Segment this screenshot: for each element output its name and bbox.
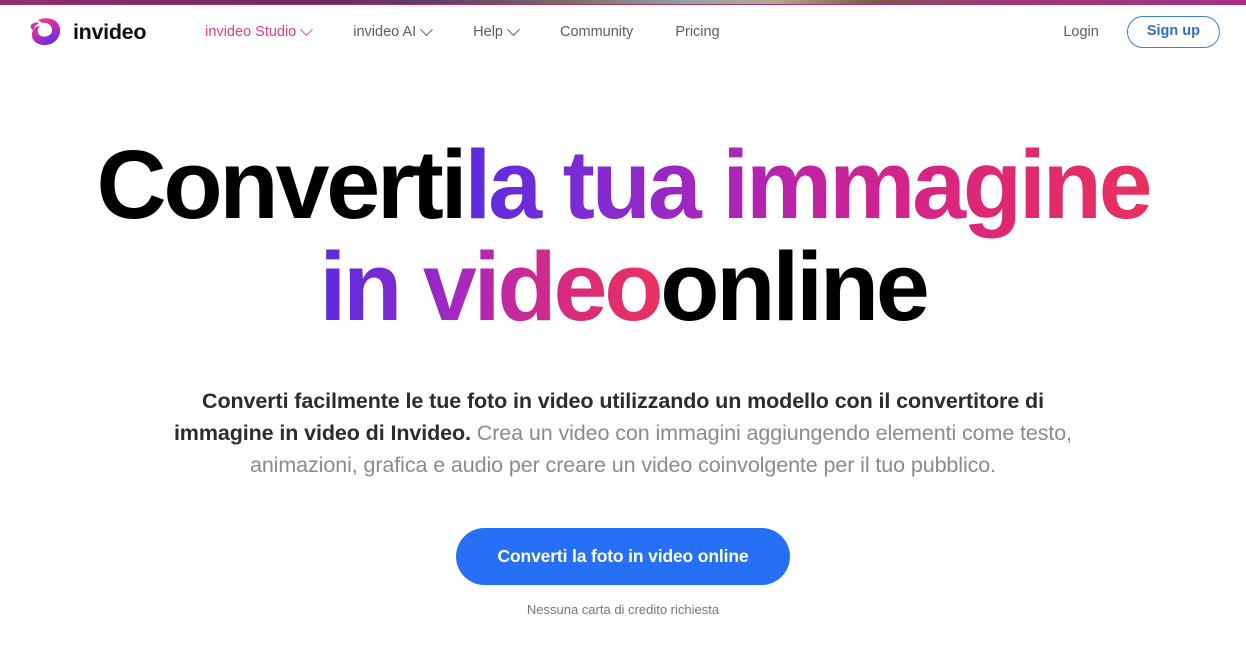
headline-black-2: online	[660, 231, 930, 341]
cut-off-banner-strip	[0, 0, 1246, 5]
brand-name: invideo	[73, 19, 147, 44]
cta-container: Converti la foto in video online Nessuna…	[0, 527, 1246, 618]
headline-gradient-2: in video	[319, 231, 663, 341]
nav-item-help[interactable]: Help	[452, 18, 539, 46]
nav-item-label: invideo AI	[353, 24, 417, 40]
nav-item-pricing[interactable]: Pricing	[654, 18, 740, 46]
nav-item-label: Pricing	[675, 24, 720, 40]
nav-item-invideo-studio[interactable]: invideo Studio	[184, 18, 332, 46]
brand-logo-link[interactable]: invideo	[28, 17, 146, 47]
chevron-down-icon	[420, 22, 434, 36]
invideo-bird-logo-icon	[30, 18, 61, 46]
headline-gradient-1: la tua immagine	[464, 130, 1152, 239]
hero-section: Convertila tua immagine in videoonline C…	[0, 59, 1246, 618]
chevron-down-icon	[300, 22, 314, 36]
header-actions: Login Sign up	[1055, 16, 1220, 48]
nav-item-label: Community	[559, 24, 634, 40]
convert-photo-to-video-button[interactable]: Converti la foto in video online	[455, 527, 791, 586]
headline-black-1: Converti	[96, 130, 468, 239]
nav-item-label: invideo Studio	[205, 24, 297, 40]
main-navigation: invideo Studio invideo AI Help Community…	[184, 18, 740, 46]
no-credit-card-note: Nessuna carta di credito richiesta	[526, 602, 720, 618]
site-header: invideo invideo Studio invideo AI Help C…	[0, 5, 1246, 59]
headline-line-2: in videoonline	[8, 236, 1238, 337]
chevron-down-icon	[507, 22, 520, 36]
headline-line-1: Convertila tua immagine	[8, 135, 1238, 235]
nav-item-community[interactable]: Community	[539, 18, 654, 46]
signup-button[interactable]: Sign up	[1126, 16, 1220, 48]
nav-item-invideo-ai[interactable]: invideo AI	[332, 18, 452, 46]
page-title: Convertila tua immagine in videoonline	[0, 135, 1246, 337]
nav-item-label: Help	[473, 24, 503, 40]
hero-subtitle: Converti facilmente le tue foto in video…	[163, 385, 1083, 481]
login-link[interactable]: Login	[1055, 18, 1106, 46]
